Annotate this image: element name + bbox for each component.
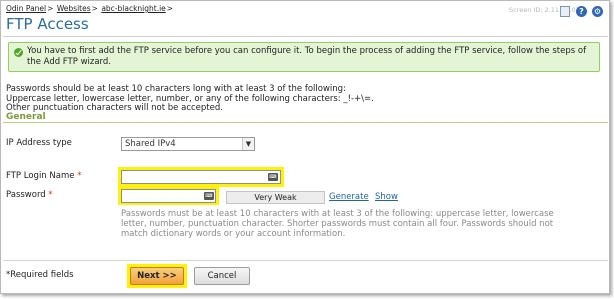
notice-text: You have to first add the FTP service be…: [27, 46, 587, 67]
info-notice: You have to first add the FTP service be…: [8, 42, 600, 72]
help-icon[interactable]: ?: [576, 6, 587, 17]
keyboard-icon[interactable]: ⌨: [204, 192, 214, 200]
section-title: General: [6, 112, 46, 122]
generate-link[interactable]: Generate: [329, 192, 369, 202]
password-strength-meter: Very Weak: [226, 191, 325, 204]
section-divider: [3, 122, 608, 123]
breadcrumb-separator: >: [166, 4, 174, 13]
title-divider: [3, 36, 608, 37]
footer-divider: [3, 260, 608, 261]
password-label-group: Password *: [6, 190, 53, 200]
show-link[interactable]: Show: [375, 192, 398, 202]
ip-address-select[interactable]: Shared IPv4 ▼: [121, 137, 255, 151]
breadcrumb-separator: >: [91, 4, 98, 13]
ip-address-selected: Shared IPv4: [125, 139, 176, 149]
required-marker: *: [48, 190, 53, 200]
cancel-button[interactable]: Cancel: [194, 267, 250, 285]
password-hint: Passwords must be at least 10 characters…: [121, 209, 554, 239]
page-title: FTP Access: [6, 15, 89, 33]
breadcrumb-separator: >: [47, 4, 54, 13]
breadcrumb-odin-panel[interactable]: Odin Panel: [6, 4, 46, 13]
password-label: Password: [6, 190, 46, 200]
chevron-down-icon: ▼: [242, 138, 254, 150]
next-button[interactable]: Next >>: [130, 267, 184, 285]
toolbar-page-icon[interactable]: [560, 6, 570, 17]
requirements-line-1: Passwords should be at least 10 characte…: [6, 84, 346, 94]
login-name-input[interactable]: [121, 170, 281, 184]
ip-address-label: IP Address type: [6, 138, 72, 148]
check-icon: [14, 48, 23, 57]
password-input[interactable]: [121, 189, 216, 203]
settings-icon[interactable]: ⚙: [592, 6, 603, 17]
requirements-line-2: Uppercase letter, lowercase letter, numb…: [6, 93, 374, 104]
breadcrumb: Odin Panel> Websites> abc-blacknight.ie>: [6, 4, 174, 13]
login-label-group: FTP Login Name *: [6, 171, 81, 181]
login-label: FTP Login Name: [6, 171, 75, 181]
required-fields-note: *Required fields: [6, 270, 74, 280]
required-marker: *: [77, 171, 82, 181]
password-requirements: Passwords should be at least 10 characte…: [6, 84, 374, 114]
breadcrumb-websites[interactable]: Websites: [57, 4, 91, 13]
app-window: Odin Panel> Websites> abc-blacknight.ie>…: [0, 0, 610, 294]
breadcrumb-domain[interactable]: abc-blacknight.ie: [101, 4, 165, 13]
keyboard-icon[interactable]: ⌨: [268, 173, 278, 181]
